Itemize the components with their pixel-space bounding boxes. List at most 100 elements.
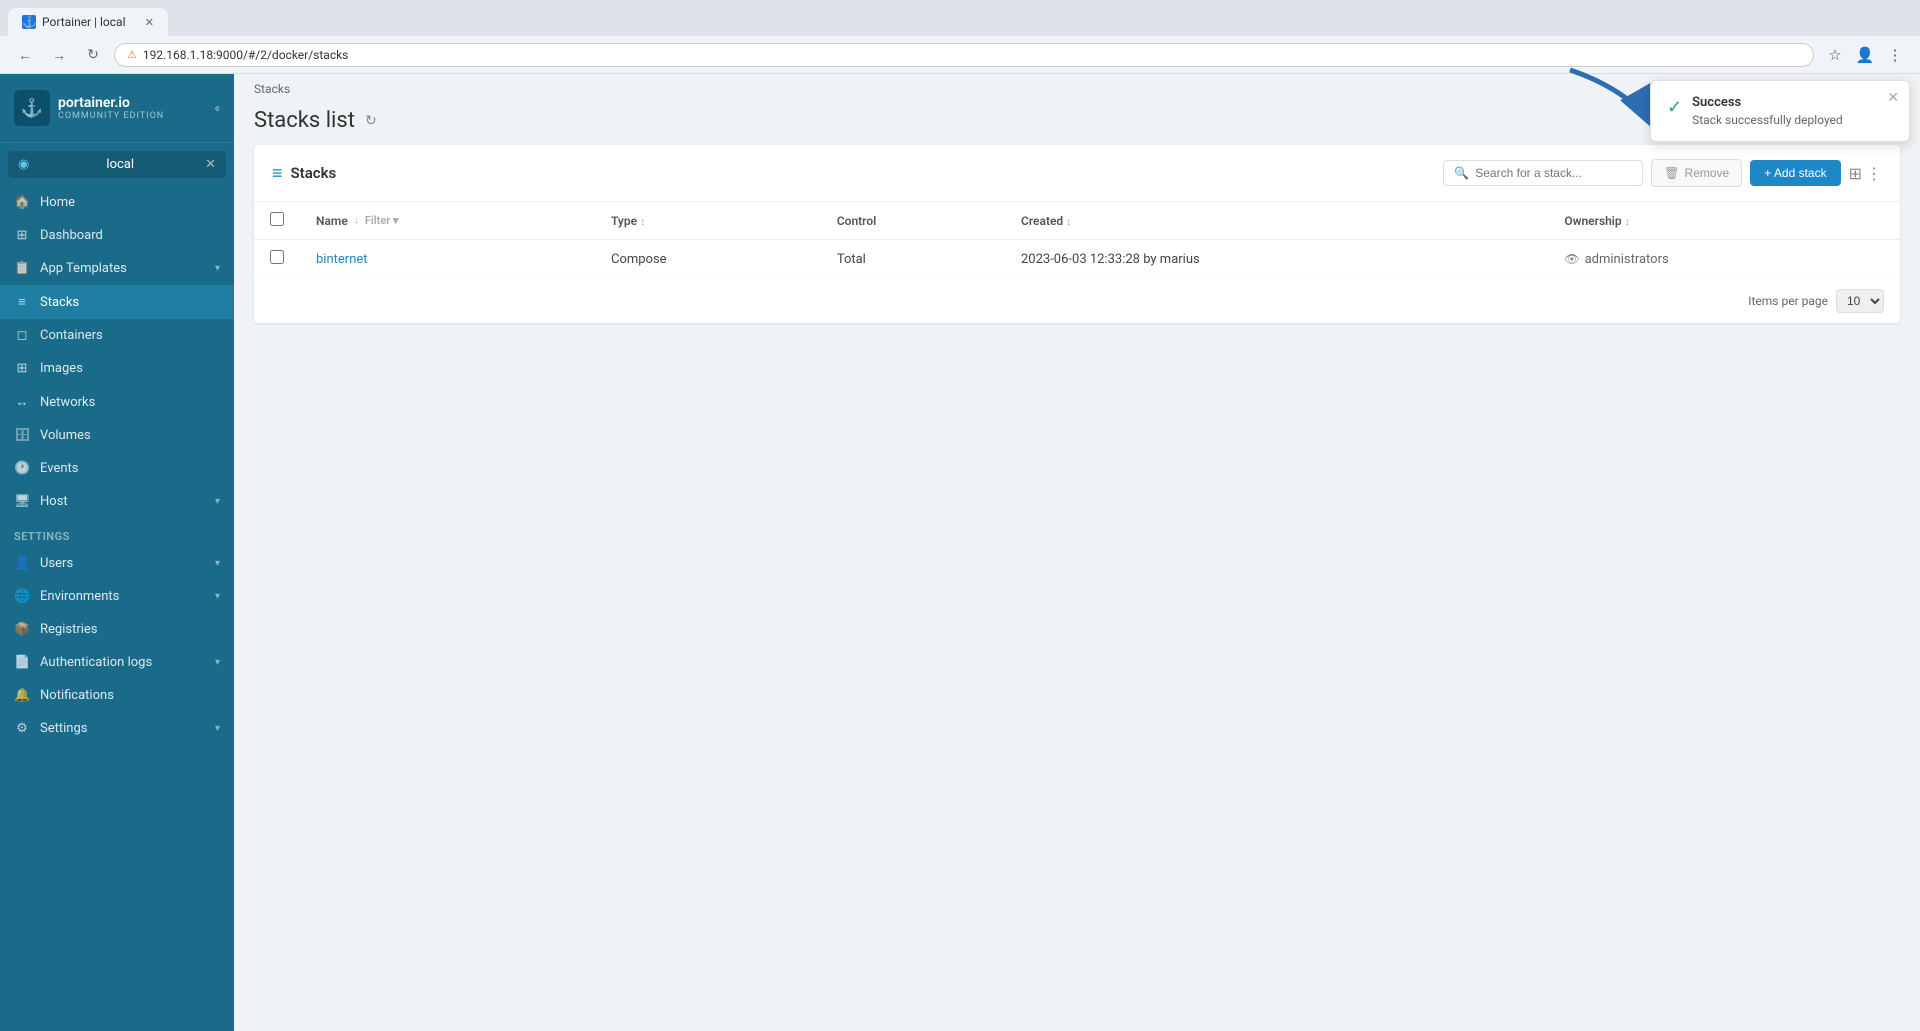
logo-text: portainer.io COMMUNITY EDITION <box>58 95 164 121</box>
refresh-button[interactable]: ↻ <box>365 113 377 129</box>
created-col-header: Created ↕ <box>1005 202 1548 240</box>
sidebar-item-volumes[interactable]: 🗄 Volumes <box>0 419 234 452</box>
sort-icon[interactable]: ↕ <box>1066 217 1071 228</box>
sidebar-item-settings[interactable]: ⚙ Settings ▾ <box>0 712 234 745</box>
auth-logs-icon: 📄 <box>14 655 30 670</box>
main-content: Stacks Stacks list ↻ ≡ Stacks 🔍 🗑 <box>234 74 1920 1031</box>
toast-close-button[interactable]: ✕ <box>1887 89 1899 106</box>
sidebar-item-label: Settings <box>40 721 87 736</box>
chevron-down-icon: ▾ <box>215 657 220 668</box>
sidebar-item-networks[interactable]: ↔ Networks <box>0 385 234 419</box>
table-footer: Items per page 10 25 50 <box>254 279 1900 323</box>
app-templates-icon: 📋 <box>14 261 30 276</box>
sidebar-item-app-templates[interactable]: 📋 App Templates ▾ <box>0 252 234 285</box>
sidebar-item-label: Host <box>40 494 68 509</box>
sidebar-item-home[interactable]: 🏠 Home <box>0 186 234 219</box>
logo-sub: COMMUNITY EDITION <box>58 111 164 121</box>
sidebar-item-label: Authentication logs <box>40 655 152 670</box>
row-checkbox[interactable] <box>270 250 284 264</box>
row-type-cell: Compose <box>595 240 821 279</box>
sidebar-item-events[interactable]: 🕐 Events <box>0 452 234 485</box>
items-per-page-select[interactable]: 10 25 50 <box>1836 289 1884 313</box>
back-button[interactable]: ← <box>12 42 38 68</box>
sidebar-item-users[interactable]: 👤 Users ▾ <box>0 547 234 580</box>
registries-icon: 📦 <box>14 622 30 637</box>
view-toggle[interactable]: ⊞ ⋮ <box>1849 164 1882 183</box>
sidebar-item-label: Environments <box>40 589 119 604</box>
control-label: Control <box>837 214 876 228</box>
volumes-icon: 🗄 <box>14 428 30 443</box>
card-header: ≡ Stacks 🔍 🗑 Remove + Add stack <box>254 145 1900 202</box>
menu-button[interactable]: ⋮ <box>1882 42 1908 68</box>
browser-chrome: ⚓ Portainer | local ✕ <box>0 0 1920 36</box>
filter-button[interactable]: Filter ▾ <box>365 214 399 227</box>
stack-link[interactable]: binternet <box>316 252 368 267</box>
app-layout: ⚓ portainer.io COMMUNITY EDITION « ◉ loc… <box>0 74 1920 1031</box>
sidebar-logo: ⚓ portainer.io COMMUNITY EDITION « <box>0 74 234 143</box>
search-input[interactable] <box>1475 166 1632 180</box>
search-box[interactable]: 🔍 <box>1443 160 1643 186</box>
type-col-header: Type ↕ <box>595 202 821 240</box>
add-stack-button[interactable]: + Add stack <box>1750 160 1840 186</box>
row-checkbox-cell <box>254 240 300 279</box>
env-icon: ◉ <box>18 157 29 172</box>
name-col-header: Name ↓ Filter ▾ <box>300 202 595 240</box>
select-all-checkbox[interactable] <box>270 212 284 226</box>
logo-icon: ⚓ <box>14 90 50 126</box>
address-bar[interactable]: ⚠ 192.168.1.18:9000/#/2/docker/stacks <box>114 43 1814 67</box>
add-stack-label: + Add stack <box>1764 166 1826 180</box>
bookmark-button[interactable]: ☆ <box>1822 42 1848 68</box>
sidebar-item-notifications[interactable]: 🔔 Notifications <box>0 679 234 712</box>
sidebar-item-stacks[interactable]: ≡ Stacks <box>0 285 234 319</box>
items-per-page-label: Items per page <box>1748 294 1828 308</box>
sidebar-item-containers[interactable]: ◻ Containers <box>0 319 234 352</box>
sidebar-item-images[interactable]: ⊞ Images <box>0 352 234 385</box>
table-row: binternet Compose Total 2023-06-03 12:33… <box>254 240 1900 279</box>
tab-close-button[interactable]: ✕ <box>145 16 154 29</box>
table-body: binternet Compose Total 2023-06-03 12:33… <box>254 240 1900 279</box>
sidebar-item-environments[interactable]: 🌐 Environments ▾ <box>0 580 234 613</box>
toast-message: Stack successfully deployed <box>1692 113 1843 127</box>
events-icon: 🕐 <box>14 461 30 476</box>
stacks-icon: ≡ <box>14 294 30 310</box>
security-icon: ⚠ <box>127 48 137 61</box>
toast-container: ✓ Success Stack successfully deployed ✕ <box>1650 80 1910 142</box>
sidebar-env[interactable]: ◉ local ✕ <box>8 151 226 178</box>
sidebar-item-host[interactable]: 🖥 Host ▾ <box>0 485 234 518</box>
chevron-down-icon: ▾ <box>215 723 220 734</box>
logo-name: portainer.io <box>58 95 164 111</box>
chevron-down-icon: ▾ <box>215 558 220 569</box>
sidebar-item-label: Users <box>40 556 73 571</box>
remove-icon: 🗑 <box>1664 166 1679 180</box>
control-col-header: Control <box>821 202 1005 240</box>
sidebar-item-auth-logs[interactable]: 📄 Authentication logs ▾ <box>0 646 234 679</box>
sidebar-item-dashboard[interactable]: ⊞ Dashboard <box>0 219 234 252</box>
sidebar-collapse-button[interactable]: « <box>214 101 220 115</box>
name-label: Name <box>316 214 348 228</box>
sort-icon[interactable]: ↕ <box>640 217 645 228</box>
chevron-down-icon: ▾ <box>215 591 220 602</box>
ownership-col-header: Ownership ↕ <box>1548 202 1900 240</box>
sort-icon[interactable]: ↕ <box>1625 217 1630 228</box>
reload-button[interactable]: ↻ <box>80 42 106 68</box>
env-close-button[interactable]: ✕ <box>205 157 216 172</box>
sidebar-item-label: Registries <box>40 622 98 637</box>
type-label: Type <box>611 214 637 228</box>
profile-button[interactable]: 👤 <box>1852 42 1878 68</box>
remove-button[interactable]: 🗑 Remove <box>1651 159 1742 187</box>
notifications-icon: 🔔 <box>14 688 30 703</box>
sidebar: ⚓ portainer.io COMMUNITY EDITION « ◉ loc… <box>0 74 234 1031</box>
browser-tabs: ⚓ Portainer | local ✕ <box>8 0 168 36</box>
active-tab[interactable]: ⚓ Portainer | local ✕ <box>8 8 168 36</box>
sidebar-item-label: Networks <box>40 395 95 410</box>
environments-icon: 🌐 <box>14 589 30 604</box>
forward-button[interactable]: → <box>46 42 72 68</box>
sidebar-item-label: Stacks <box>40 295 79 310</box>
more-options-icon[interactable]: ⋮ <box>1866 164 1882 183</box>
sidebar-item-label: Events <box>40 461 78 476</box>
toast-body: Success Stack successfully deployed <box>1692 95 1843 127</box>
sidebar-item-registries[interactable]: 📦 Registries <box>0 613 234 646</box>
grid-view-icon[interactable]: ⊞ <box>1849 164 1862 183</box>
row-control-cell: Total <box>821 240 1005 279</box>
sort-icon[interactable]: ↓ <box>354 215 359 226</box>
